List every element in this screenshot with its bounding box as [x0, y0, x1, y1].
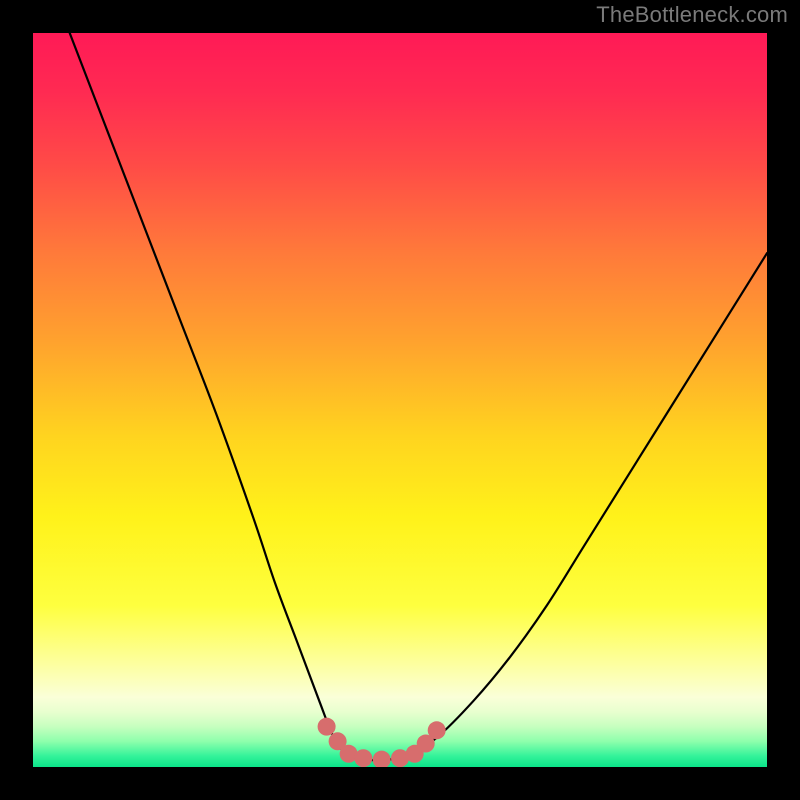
plot-area [33, 33, 767, 767]
bottom-marker [373, 751, 391, 767]
chart-frame: TheBottleneck.com [0, 0, 800, 800]
bottom-marker [354, 749, 372, 767]
bottom-markers-group [318, 718, 446, 767]
bottom-marker [318, 718, 336, 736]
chart-canvas [33, 33, 767, 767]
bottleneck-curve [70, 33, 767, 760]
watermark-text: TheBottleneck.com [596, 2, 788, 28]
bottom-marker [428, 721, 446, 739]
